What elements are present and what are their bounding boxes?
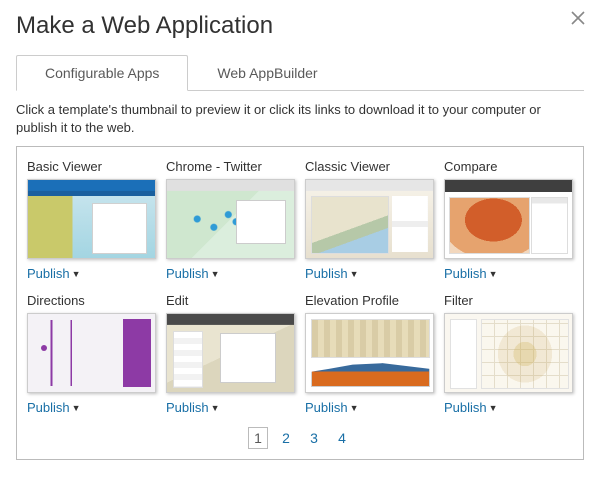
close-icon[interactable]	[570, 10, 586, 26]
help-text: Click a template's thumbnail to preview …	[16, 101, 584, 136]
publish-label: Publish	[305, 400, 348, 415]
pager: 1234	[27, 427, 573, 449]
page-2[interactable]: 2	[276, 427, 296, 449]
template-card: Basic Viewer Publish▼	[27, 159, 156, 283]
publish-label: Publish	[444, 266, 487, 281]
publish-label: Publish	[305, 266, 348, 281]
template-title: Edit	[166, 293, 295, 308]
template-thumbnail[interactable]	[305, 313, 434, 393]
tabs: Configurable Apps Web AppBuilder	[16, 54, 584, 91]
template-thumbnail[interactable]	[166, 313, 295, 393]
template-thumbnail[interactable]	[27, 179, 156, 259]
dialog-title: Make a Web Application	[16, 12, 584, 40]
template-title: Compare	[444, 159, 573, 174]
publish-label: Publish	[27, 266, 70, 281]
template-grid: Basic ViewerPublish▼Chrome - TwitterPubl…	[27, 159, 573, 417]
tab-configurable-apps[interactable]: Configurable Apps	[16, 55, 188, 91]
template-title: Chrome - Twitter	[166, 159, 295, 174]
publish-dropdown[interactable]: Publish▼	[166, 266, 220, 281]
publish-dropdown[interactable]: Publish▼	[444, 266, 498, 281]
page-3[interactable]: 3	[304, 427, 324, 449]
template-title: Directions	[27, 293, 156, 308]
publish-label: Publish	[166, 266, 209, 281]
tab-label: Configurable Apps	[45, 65, 159, 81]
caret-down-icon: ▼	[350, 269, 359, 279]
publish-dropdown[interactable]: Publish▼	[27, 400, 81, 415]
template-title: Classic Viewer	[305, 159, 434, 174]
template-title: Filter	[444, 293, 573, 308]
template-thumbnail[interactable]	[444, 179, 573, 259]
publish-label: Publish	[166, 400, 209, 415]
template-card: Filter Publish▼	[444, 293, 573, 417]
publish-label: Publish	[444, 400, 487, 415]
template-card: Directions Publish▼	[27, 293, 156, 417]
template-card: Chrome - Twitter Publish▼	[166, 159, 295, 283]
template-title: Basic Viewer	[27, 159, 156, 174]
template-card: Classic Viewer Publish▼	[305, 159, 434, 283]
template-card: Compare Publish▼	[444, 159, 573, 283]
publish-label: Publish	[27, 400, 70, 415]
template-title: Elevation Profile	[305, 293, 434, 308]
caret-down-icon: ▼	[72, 403, 81, 413]
caret-down-icon: ▼	[211, 403, 220, 413]
publish-dropdown[interactable]: Publish▼	[444, 400, 498, 415]
template-thumbnail[interactable]	[444, 313, 573, 393]
caret-down-icon: ▼	[211, 269, 220, 279]
publish-dropdown[interactable]: Publish▼	[166, 400, 220, 415]
template-thumbnail[interactable]	[305, 179, 434, 259]
caret-down-icon: ▼	[489, 269, 498, 279]
publish-dropdown[interactable]: Publish▼	[305, 400, 359, 415]
make-web-app-dialog: Make a Web Application Configurable Apps…	[0, 0, 600, 472]
caret-down-icon: ▼	[489, 403, 498, 413]
publish-dropdown[interactable]: Publish▼	[27, 266, 81, 281]
tab-web-appbuilder[interactable]: Web AppBuilder	[188, 55, 346, 91]
publish-dropdown[interactable]: Publish▼	[305, 266, 359, 281]
template-thumbnail[interactable]	[27, 313, 156, 393]
page-1: 1	[248, 427, 268, 449]
template-card: Edit Publish▼	[166, 293, 295, 417]
page-4[interactable]: 4	[332, 427, 352, 449]
caret-down-icon: ▼	[72, 269, 81, 279]
template-thumbnail[interactable]	[166, 179, 295, 259]
caret-down-icon: ▼	[350, 403, 359, 413]
template-gallery: Basic ViewerPublish▼Chrome - TwitterPubl…	[16, 146, 584, 460]
template-card: Elevation Profile Publish▼	[305, 293, 434, 417]
tab-label: Web AppBuilder	[217, 65, 317, 81]
